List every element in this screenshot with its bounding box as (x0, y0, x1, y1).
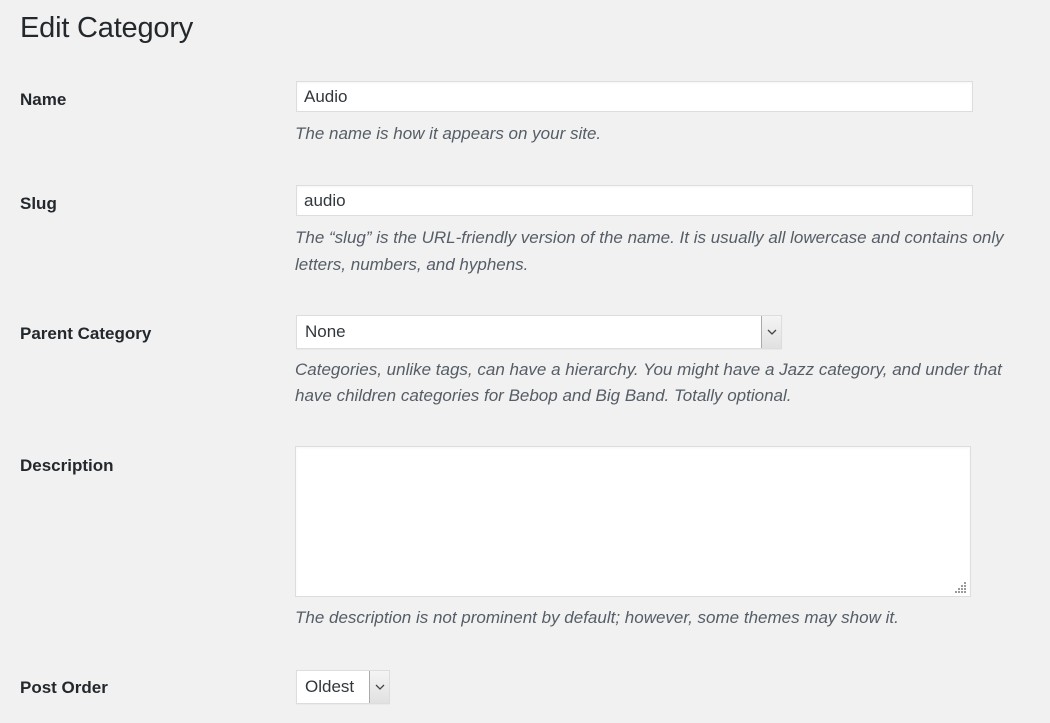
parent-category-select[interactable]: None (296, 315, 782, 349)
parent-category-help-text-line-2: have children categories for Bebop and B… (295, 386, 792, 405)
parent-category-label: Parent Category (20, 324, 152, 343)
parent-category-selected-value: None (305, 322, 346, 341)
parent-category-help-text-line-1: Categories, unlike tags, can have a hier… (295, 360, 1002, 379)
resize-grip-icon[interactable] (955, 581, 967, 593)
chevron-down-icon[interactable] (761, 316, 781, 348)
name-label: Name (20, 90, 67, 109)
description-textarea[interactable] (295, 446, 971, 597)
slug-input[interactable] (296, 185, 973, 216)
slug-label: Slug (20, 194, 57, 213)
slug-help-text-line-2: letters, numbers, and hyphens. (295, 255, 529, 274)
page-title: Edit Category (20, 12, 194, 44)
name-help-text: The name is how it appears on your site. (295, 124, 602, 143)
edit-category-page: Edit Category Name The name is how it ap… (0, 0, 1050, 723)
chevron-down-icon[interactable] (369, 671, 389, 703)
name-input[interactable] (296, 81, 973, 112)
description-label: Description (20, 456, 114, 475)
description-help-text: The description is not prominent by defa… (295, 608, 899, 627)
slug-help-text-line-1: The “slug” is the URL-friendly version o… (295, 228, 1004, 247)
post-order-select[interactable]: Oldest (296, 670, 390, 704)
post-order-label: Post Order (20, 678, 108, 697)
post-order-selected-value: Oldest (305, 677, 355, 696)
